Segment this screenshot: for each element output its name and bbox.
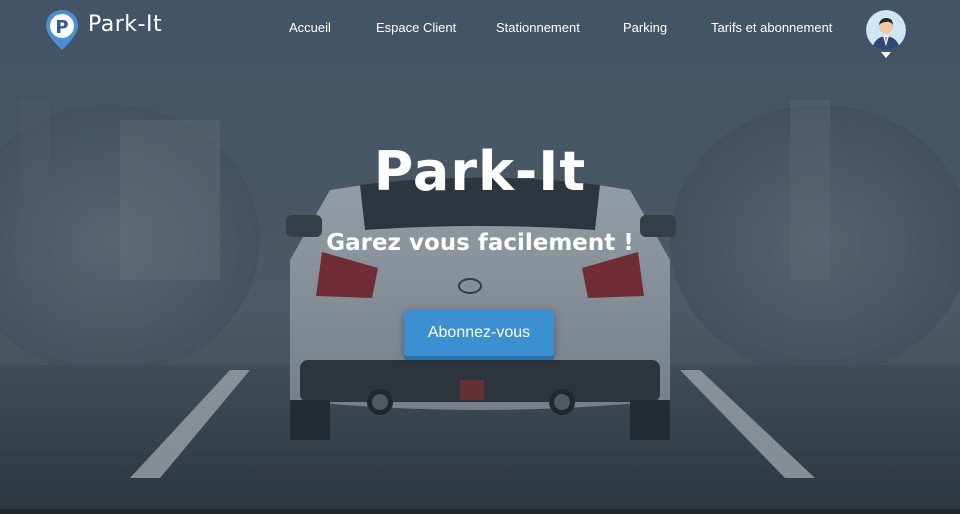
- user-menu[interactable]: [866, 10, 906, 60]
- nav-item-accueil[interactable]: Accueil: [289, 20, 331, 35]
- hero-title: Park-It: [373, 140, 587, 203]
- caret-down-icon[interactable]: [881, 52, 891, 58]
- nav-item-espace-client[interactable]: Espace Client: [376, 20, 456, 35]
- nav-item-tarifs[interactable]: Tarifs et abonnement: [711, 20, 832, 35]
- page-bottom-edge: [0, 509, 960, 514]
- nav-item-stationnement[interactable]: Stationnement: [496, 20, 580, 35]
- hero-section: [0, 0, 960, 514]
- user-avatar-icon[interactable]: [866, 10, 906, 50]
- subscribe-button[interactable]: Abonnez-vous: [404, 310, 554, 356]
- nav-item-parking[interactable]: Parking: [623, 20, 667, 35]
- navbar: P Park-It Accueil Espace Client Stationn…: [0, 0, 960, 62]
- nav-links: Accueil Espace Client Stationnement Park…: [0, 20, 960, 40]
- hero-subtitle: Garez vous facilement !: [326, 230, 634, 256]
- hero-overlay: [0, 0, 960, 514]
